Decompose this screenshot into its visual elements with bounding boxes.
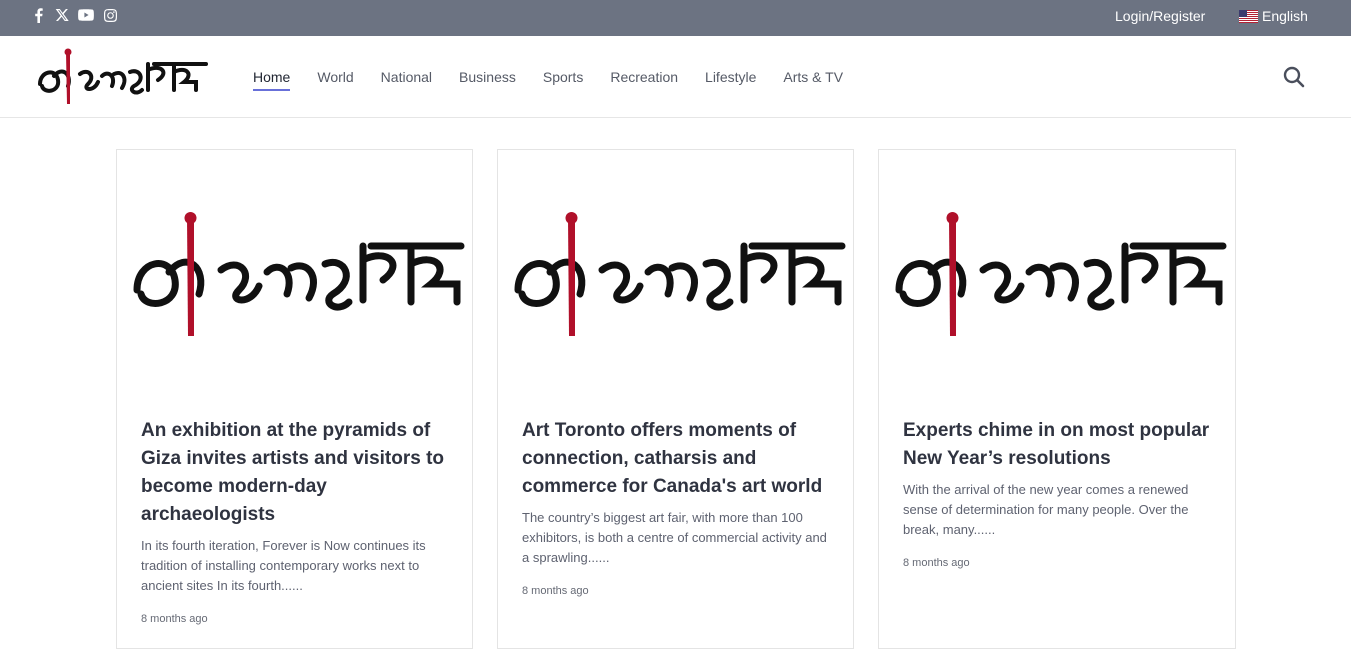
article-excerpt: With the arrival of the new year comes a… bbox=[903, 482, 1189, 537]
article-title[interactable]: Art Toronto offers moments of connection… bbox=[522, 417, 832, 501]
top-bar: Login/Register English bbox=[0, 0, 1351, 36]
nav-arts-tv[interactable]: Arts & TV bbox=[783, 69, 843, 91]
article-card[interactable]: An exhibition at the pyramids of Giza in… bbox=[116, 149, 473, 649]
nav-business[interactable]: Business bbox=[459, 69, 516, 91]
us-flag-icon bbox=[1239, 9, 1258, 23]
article-title[interactable]: An exhibition at the pyramids of Giza in… bbox=[141, 417, 451, 529]
site-logo[interactable] bbox=[36, 46, 208, 108]
language-selector[interactable]: English bbox=[1239, 8, 1308, 24]
article-timestamp: 8 months ago bbox=[141, 613, 208, 625]
search-icon[interactable] bbox=[1282, 65, 1306, 89]
article-title[interactable]: Experts chime in on most popular New Yea… bbox=[903, 417, 1213, 473]
x-twitter-icon[interactable] bbox=[54, 7, 70, 23]
main-nav: Home World National Business Sports Recr… bbox=[253, 69, 870, 91]
article-timestamp: 8 months ago bbox=[903, 557, 970, 569]
nav-world[interactable]: World bbox=[317, 69, 353, 91]
instagram-icon[interactable] bbox=[102, 7, 118, 23]
article-timestamp: 8 months ago bbox=[522, 585, 589, 597]
article-excerpt: In its fourth iteration, Forever is Now … bbox=[141, 538, 426, 593]
login-register-link[interactable]: Login/Register bbox=[1115, 8, 1205, 24]
article-excerpt: The country’s biggest art fair, with mor… bbox=[522, 510, 827, 565]
nav-lifestyle[interactable]: Lifestyle bbox=[705, 69, 756, 91]
article-thumbnail[interactable] bbox=[131, 210, 465, 340]
nav-home[interactable]: Home bbox=[253, 69, 291, 91]
nav-national[interactable]: National bbox=[381, 69, 432, 91]
social-links bbox=[30, 7, 118, 23]
article-grid: An exhibition at the pyramids of Giza in… bbox=[116, 149, 1236, 649]
language-label: English bbox=[1262, 8, 1308, 24]
article-thumbnail[interactable] bbox=[893, 210, 1227, 340]
article-card[interactable]: Experts chime in on most popular New Yea… bbox=[878, 149, 1236, 649]
nav-recreation[interactable]: Recreation bbox=[610, 69, 678, 91]
facebook-icon[interactable] bbox=[30, 7, 46, 23]
nav-sports[interactable]: Sports bbox=[543, 69, 583, 91]
article-card[interactable]: Art Toronto offers moments of connection… bbox=[497, 149, 854, 649]
youtube-icon[interactable] bbox=[78, 7, 94, 23]
article-thumbnail[interactable] bbox=[512, 210, 846, 340]
site-header: Home World National Business Sports Recr… bbox=[0, 36, 1351, 118]
